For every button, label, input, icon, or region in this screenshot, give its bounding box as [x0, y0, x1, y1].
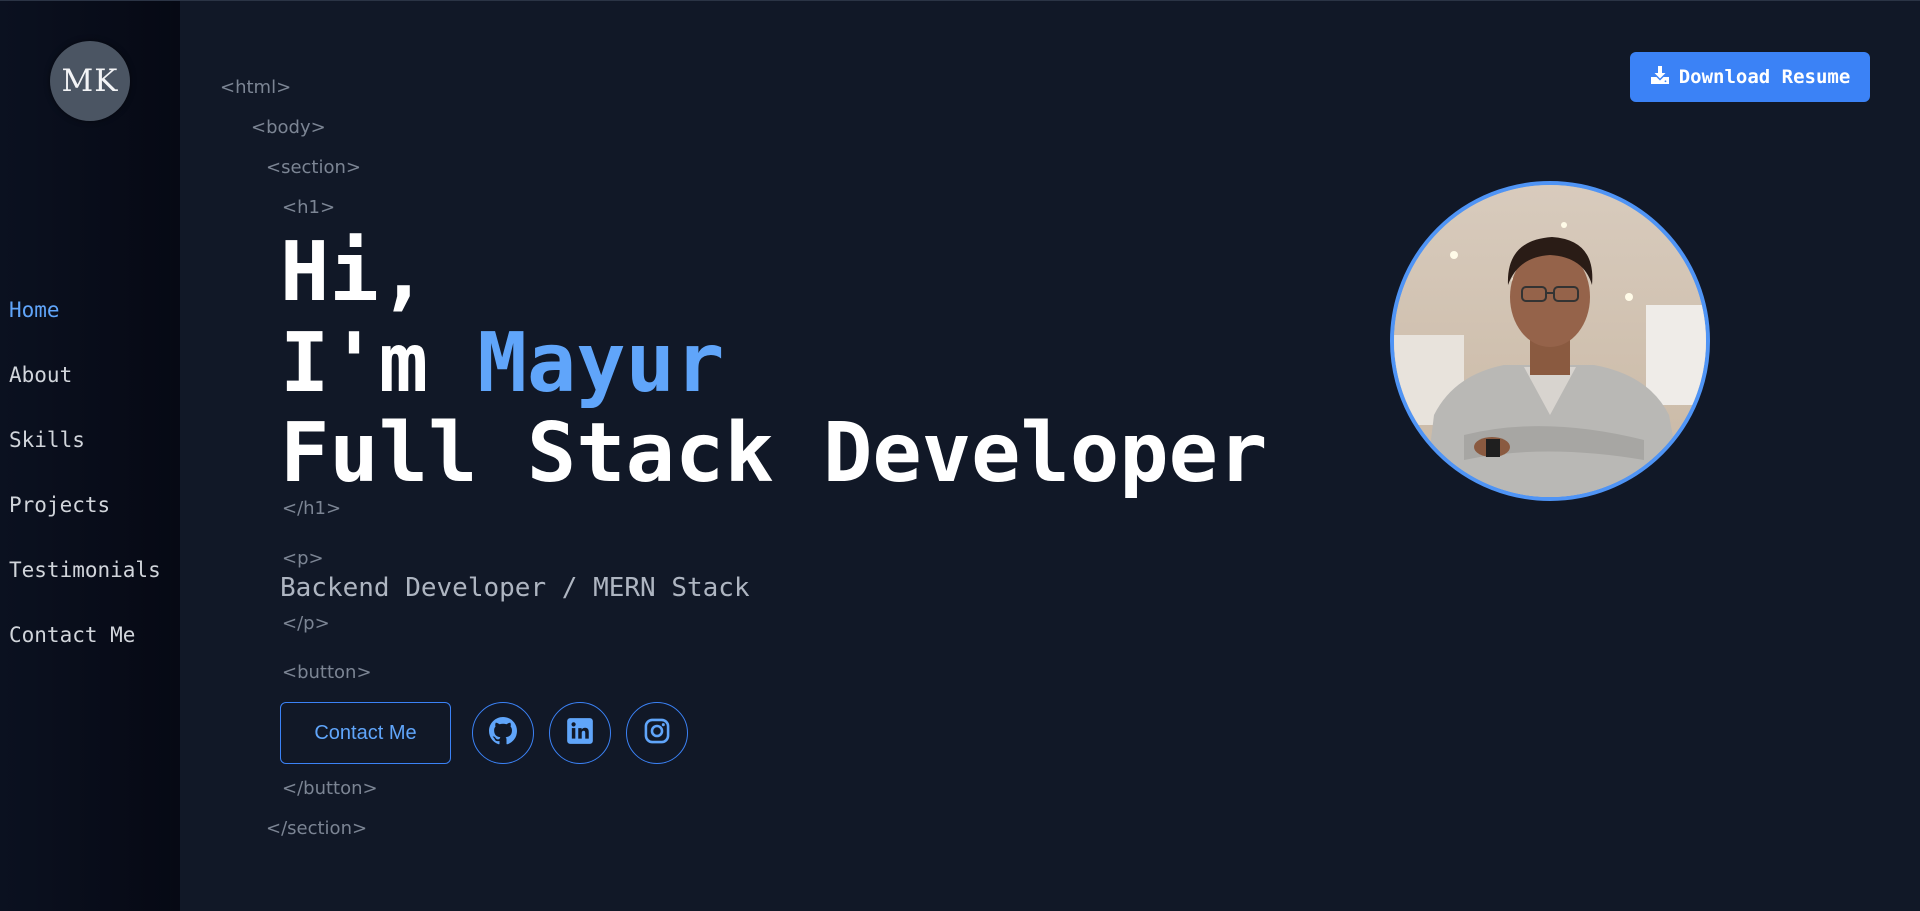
tag-section-close: </section>	[266, 818, 368, 839]
sidebar: MK Home About Skills Projects Testimonia…	[0, 1, 180, 911]
instagram-icon	[643, 717, 671, 749]
nav-item-testimonials[interactable]: Testimonials	[9, 553, 161, 618]
tag-h1-close: </h1>	[282, 498, 342, 519]
hero-subtitle: Backend Developer / MERN Stack	[280, 573, 750, 603]
linkedin-button[interactable]	[549, 702, 611, 764]
linkedin-icon	[566, 717, 594, 749]
profile-photo	[1390, 181, 1710, 501]
logo-avatar[interactable]: MK	[50, 41, 130, 121]
download-resume-button[interactable]: Download Resume	[1630, 52, 1870, 102]
nav-item-skills[interactable]: Skills	[9, 423, 161, 488]
hero-intro-prefix: I'm	[280, 316, 478, 411]
github-icon	[489, 717, 517, 749]
tag-p-close: </p>	[282, 613, 330, 634]
hero-intro: I'm Mayur	[280, 323, 724, 405]
nav-item-about[interactable]: About	[9, 358, 161, 423]
contact-me-button[interactable]: Contact Me	[280, 702, 451, 764]
tag-p-open: <p>	[282, 548, 324, 569]
instagram-button[interactable]	[626, 702, 688, 764]
tag-button-close: </button>	[282, 778, 378, 799]
tag-button-open: <button>	[282, 662, 372, 683]
portfolio-page: MK Home About Skills Projects Testimonia…	[0, 0, 1920, 911]
hero-greeting: Hi,	[280, 225, 429, 320]
nav-item-contact[interactable]: Contact Me	[9, 618, 161, 683]
tag-h1-open: <h1>	[282, 197, 336, 218]
tag-html-open: <html>	[220, 77, 292, 98]
tag-section-open: <section>	[266, 157, 361, 178]
profile-photo-illustration	[1394, 185, 1706, 497]
download-resume-label: Download Resume	[1678, 66, 1851, 88]
download-icon	[1650, 65, 1670, 90]
sidebar-nav: Home About Skills Projects Testimonials …	[9, 293, 161, 683]
tag-body-open: <body>	[251, 117, 326, 138]
nav-item-projects[interactable]: Projects	[9, 488, 161, 553]
github-button[interactable]	[472, 702, 534, 764]
hero-name: Mayur	[477, 316, 725, 411]
nav-item-home[interactable]: Home	[9, 293, 161, 358]
hero-role: Full Stack Developer	[280, 406, 1268, 501]
